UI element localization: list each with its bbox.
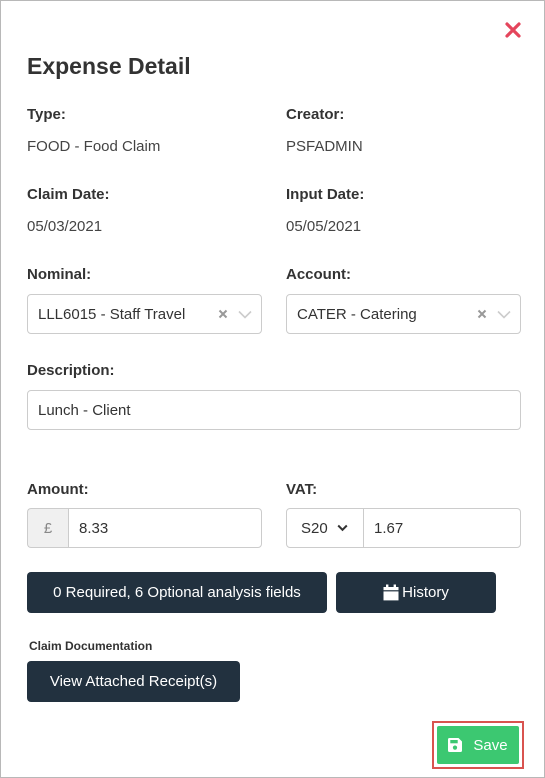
page-title: Expense Detail xyxy=(27,53,191,79)
input-date-label: Input Date: xyxy=(286,186,365,203)
expense-detail-modal: Expense Detail Type: FOOD - Food Claim C… xyxy=(0,0,545,778)
account-value: CATER - Catering xyxy=(297,305,417,323)
vat-code-value: S20 xyxy=(301,519,328,537)
calendar-icon xyxy=(383,584,399,601)
chevron-down-icon[interactable] xyxy=(233,304,257,324)
history-label: History xyxy=(402,584,449,601)
vat-label: VAT: xyxy=(286,481,318,498)
floppy-disk-icon xyxy=(448,738,463,752)
analysis-fields-button[interactable]: 0 Required, 6 Optional analysis fields xyxy=(27,572,327,613)
vat-code-select[interactable]: S20 xyxy=(286,508,364,548)
clear-icon[interactable] xyxy=(472,304,492,324)
type-value: FOOD - Food Claim xyxy=(27,138,161,155)
type-label: Type: xyxy=(27,106,66,123)
save-highlight: Save xyxy=(432,721,524,769)
close-icon[interactable] xyxy=(503,20,523,40)
currency-prefix: £ xyxy=(27,508,68,548)
clear-icon[interactable] xyxy=(213,304,233,324)
claim-documentation-label: Claim Documentation xyxy=(29,639,153,653)
input-date-value: 05/05/2021 xyxy=(286,218,362,235)
amount-input[interactable]: 8.33 xyxy=(68,508,262,548)
creator-label: Creator: xyxy=(286,106,345,123)
nominal-select[interactable]: LLL6015 - Staff Travel xyxy=(27,294,262,334)
creator-value: PSFADMIN xyxy=(286,138,363,155)
nominal-label: Nominal: xyxy=(27,266,92,283)
view-receipts-button[interactable]: View Attached Receipt(s) xyxy=(27,661,240,702)
description-input[interactable]: Lunch - Client xyxy=(27,390,521,430)
claim-date-label: Claim Date: xyxy=(27,186,110,203)
description-label: Description: xyxy=(27,362,115,379)
account-label: Account: xyxy=(286,266,351,283)
nominal-value: LLL6015 - Staff Travel xyxy=(38,305,186,323)
claim-date-value: 05/03/2021 xyxy=(27,218,103,235)
account-select[interactable]: CATER - Catering xyxy=(286,294,521,334)
chevron-down-icon[interactable] xyxy=(492,304,516,324)
save-label: Save xyxy=(473,736,508,754)
vat-amount-input[interactable]: 1.67 xyxy=(363,508,521,548)
chevron-down-icon xyxy=(337,524,348,532)
save-button[interactable]: Save xyxy=(437,726,519,764)
history-button[interactable]: History xyxy=(336,572,496,613)
amount-label: Amount: xyxy=(27,481,89,498)
